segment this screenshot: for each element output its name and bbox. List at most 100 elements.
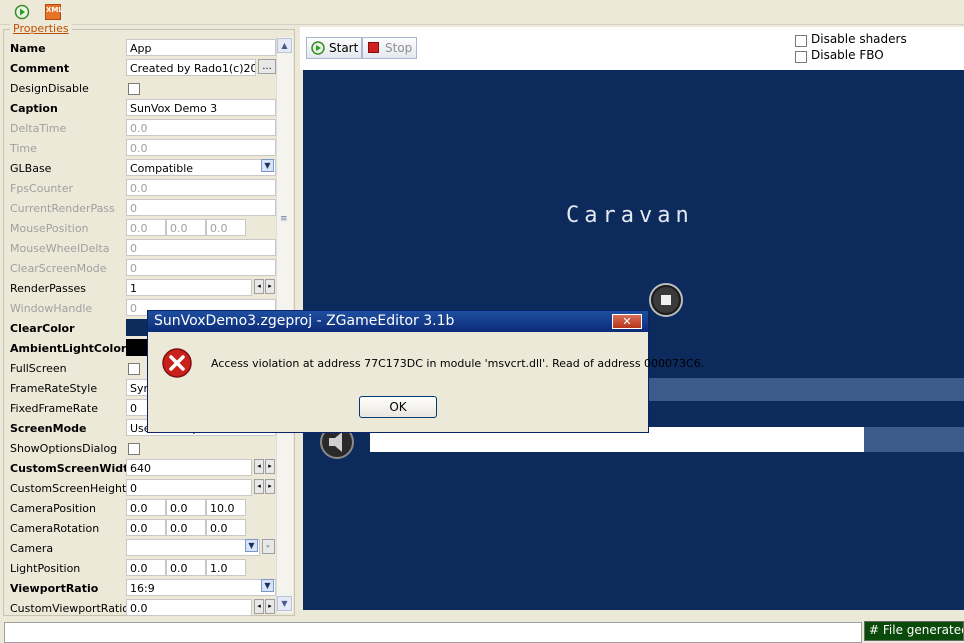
property-row: ViewportRatio 16:9 ▼ bbox=[8, 578, 276, 598]
property-value[interactable]: Created by Rado1(c)2013 bbox=[126, 59, 256, 76]
spin-right-icon[interactable]: ▸ bbox=[265, 599, 275, 614]
scroll-grip-icon[interactable]: ≡ bbox=[280, 215, 289, 231]
close-icon[interactable]: ✕ bbox=[612, 314, 642, 329]
scroll-down-icon[interactable]: ▼ bbox=[277, 596, 292, 611]
property-value[interactable]: 0.0 bbox=[126, 119, 276, 136]
property-vector-field[interactable]: 0.0 bbox=[166, 519, 206, 536]
properties-legend: Properties bbox=[10, 22, 72, 35]
property-row: Camera ▼ ▸ bbox=[8, 538, 276, 558]
property-value[interactable] bbox=[126, 539, 260, 556]
property-label: Name bbox=[10, 42, 46, 55]
property-label: DeltaTime bbox=[10, 122, 67, 135]
property-label: Time bbox=[10, 142, 37, 155]
property-value[interactable]: 16:9 bbox=[126, 579, 276, 596]
property-value[interactable]: App bbox=[126, 39, 276, 56]
property-value[interactable]: 0 bbox=[126, 259, 276, 276]
progress-track-upper bbox=[648, 378, 964, 401]
stop-label: Stop bbox=[385, 41, 413, 55]
property-label: Comment bbox=[10, 62, 70, 75]
property-row: Comment Created by Rado1(c)2013... bbox=[8, 58, 276, 78]
console-output: # File generated: bbox=[864, 621, 964, 641]
spin-right-icon[interactable]: ▸ bbox=[265, 279, 275, 294]
dialog-title: SunVoxDemo3.zgeproj - ZGameEditor 3.1b bbox=[148, 311, 648, 332]
property-row: CustomScreenHeight 0 ◂ ▸ bbox=[8, 478, 276, 498]
property-label: CustomViewportRatio bbox=[10, 602, 130, 615]
property-vector-field[interactable]: 1.0 bbox=[206, 559, 246, 576]
property-row: MouseWheelDelta 0 bbox=[8, 238, 276, 258]
property-label: AmbientLightColor bbox=[10, 342, 127, 355]
property-vector-field[interactable]: 0.0 bbox=[126, 559, 166, 576]
property-row: Time 0.0 bbox=[8, 138, 276, 158]
property-vector-field[interactable]: 0.0 bbox=[206, 219, 246, 236]
property-value[interactable]: 640 bbox=[126, 459, 252, 476]
spin-left-icon[interactable]: ◂ bbox=[254, 459, 264, 474]
property-label: GLBase bbox=[10, 162, 52, 175]
run-icon[interactable] bbox=[14, 4, 30, 20]
property-label: FpsCounter bbox=[10, 182, 73, 195]
property-label: LightPosition bbox=[10, 562, 81, 575]
property-row: Caption SunVox Demo 3 bbox=[8, 98, 276, 118]
property-row: CurrentRenderPass 0 bbox=[8, 198, 276, 218]
property-vector-field[interactable]: 0.0 bbox=[126, 219, 166, 236]
property-label: MousePosition bbox=[10, 222, 89, 235]
property-vector-field[interactable]: 0.0 bbox=[166, 219, 206, 236]
property-vector-field[interactable]: 10.0 bbox=[206, 499, 246, 516]
property-checkbox[interactable] bbox=[128, 443, 140, 455]
property-value[interactable]: 0.0 bbox=[126, 179, 276, 196]
property-label: CustomScreenHeight bbox=[10, 482, 127, 495]
log-area[interactable] bbox=[4, 622, 862, 643]
error-icon bbox=[162, 348, 192, 378]
property-label: CustomScreenWidth bbox=[10, 462, 137, 475]
chevron-down-icon[interactable]: ▼ bbox=[261, 579, 274, 592]
ok-button[interactable]: OK bbox=[359, 396, 437, 418]
property-checkbox[interactable] bbox=[128, 83, 140, 95]
property-vector-field[interactable]: 0.0 bbox=[126, 499, 166, 516]
chevron-down-icon[interactable]: ▼ bbox=[245, 539, 258, 552]
property-vector-field[interactable]: 0.0 bbox=[166, 559, 206, 576]
property-value[interactable]: Compatible bbox=[126, 159, 276, 176]
property-value[interactable]: 0 bbox=[126, 199, 276, 216]
property-vector-field[interactable]: 0.0 bbox=[126, 519, 166, 536]
start-button[interactable]: Start bbox=[306, 37, 362, 59]
disable-shaders-label: Disable shaders bbox=[811, 32, 907, 46]
property-label: MouseWheelDelta bbox=[10, 242, 110, 255]
spin-right-icon[interactable]: ▸ bbox=[265, 459, 275, 474]
stop-circle-icon[interactable] bbox=[648, 282, 684, 318]
property-checkbox[interactable] bbox=[128, 363, 140, 375]
xml-icon-label: XML bbox=[46, 6, 63, 14]
xml-icon[interactable]: XML bbox=[45, 4, 63, 20]
spin-left-icon[interactable]: ◂ bbox=[254, 279, 264, 294]
scroll-up-icon[interactable]: ▲ bbox=[277, 38, 292, 53]
property-label: ClearColor bbox=[10, 322, 75, 335]
spin-right-icon[interactable]: ▸ bbox=[265, 479, 275, 494]
stop-icon bbox=[368, 42, 379, 53]
property-value[interactable]: SunVox Demo 3 bbox=[126, 99, 276, 116]
property-label: ClearScreenMode bbox=[10, 262, 107, 275]
spin-left-icon[interactable]: ◂ bbox=[254, 599, 264, 614]
property-value[interactable]: 0 bbox=[126, 479, 252, 496]
property-vector-field[interactable]: 0.0 bbox=[166, 499, 206, 516]
property-label: CurrentRenderPass bbox=[10, 202, 115, 215]
preview-toolbar: Start Stop Disable shaders Disable FBO bbox=[300, 27, 964, 70]
property-row: CameraPosition 0.0 0.0 10.0 bbox=[8, 498, 276, 518]
goto-arrow-icon[interactable]: ▸ bbox=[262, 539, 275, 554]
property-label: WindowHandle bbox=[10, 302, 93, 315]
property-row: GLBase Compatible ▼ bbox=[8, 158, 276, 178]
property-row: Name App bbox=[8, 38, 276, 58]
property-row: DeltaTime 0.0 bbox=[8, 118, 276, 138]
property-label: FixedFrameRate bbox=[10, 402, 98, 415]
stop-button[interactable]: Stop bbox=[362, 37, 417, 59]
property-value[interactable]: 0 bbox=[126, 239, 276, 256]
property-value[interactable]: 1 bbox=[126, 279, 252, 296]
chevron-down-icon[interactable]: ▼ bbox=[261, 159, 274, 172]
disable-fbo-checkbox[interactable] bbox=[795, 51, 807, 63]
property-row: CustomViewportRatio 0.0 ◂ ▸ bbox=[8, 598, 276, 618]
browse-button[interactable]: ... bbox=[258, 59, 276, 74]
spin-left-icon[interactable]: ◂ bbox=[254, 479, 264, 494]
property-vector-field[interactable]: 0.0 bbox=[206, 519, 246, 536]
property-value[interactable]: 0.0 bbox=[126, 139, 276, 156]
property-label: RenderPasses bbox=[10, 282, 87, 295]
property-label: ShowOptionsDialog bbox=[10, 442, 118, 455]
disable-shaders-checkbox[interactable] bbox=[795, 35, 807, 47]
property-value[interactable]: 0.0 bbox=[126, 599, 252, 616]
